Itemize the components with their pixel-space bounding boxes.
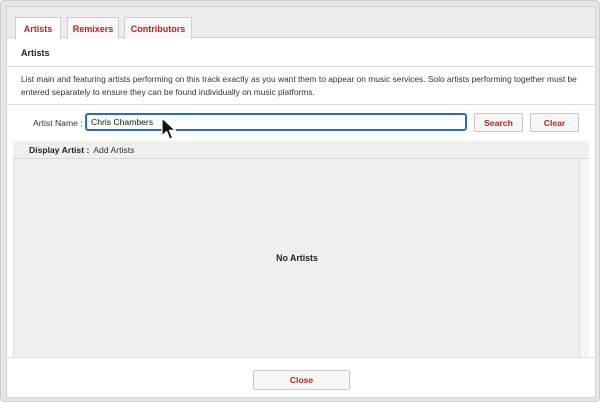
tab-contributors[interactable]: Contributors bbox=[124, 17, 192, 39]
artist-search-row: Artist Name : Search Clear bbox=[7, 104, 595, 141]
tab-bar: Artists Remixers Contributors bbox=[7, 7, 595, 40]
artist-name-label: Artist Name : bbox=[33, 118, 83, 128]
empty-state-text: No Artists bbox=[276, 253, 318, 263]
display-artist-row: Display Artist : Add Artists bbox=[13, 141, 589, 159]
tab-artists[interactable]: Artists bbox=[15, 17, 61, 40]
clear-button[interactable]: Clear bbox=[530, 113, 579, 132]
window-frame: Artists Remixers Contributors Artists Li… bbox=[0, 0, 600, 402]
display-artist-label: Display Artist : bbox=[29, 144, 90, 155]
search-button[interactable]: Search bbox=[474, 113, 523, 132]
dialog-footer: Close bbox=[7, 357, 595, 397]
description-text: List main and featuring artists performi… bbox=[21, 74, 577, 97]
artists-list-scrollbar[interactable] bbox=[579, 159, 589, 357]
artists-dialog: Artists Remixers Contributors Artists Li… bbox=[6, 6, 596, 398]
close-button[interactable]: Close bbox=[253, 370, 350, 390]
artist-name-input[interactable] bbox=[85, 113, 467, 131]
artists-list: No Artists bbox=[13, 159, 579, 357]
mouse-pointer-icon bbox=[161, 117, 177, 140]
tab-remixers[interactable]: Remixers bbox=[67, 17, 119, 39]
display-artist-value: Add Artists bbox=[93, 144, 135, 155]
section-title: Artists bbox=[7, 39, 595, 67]
